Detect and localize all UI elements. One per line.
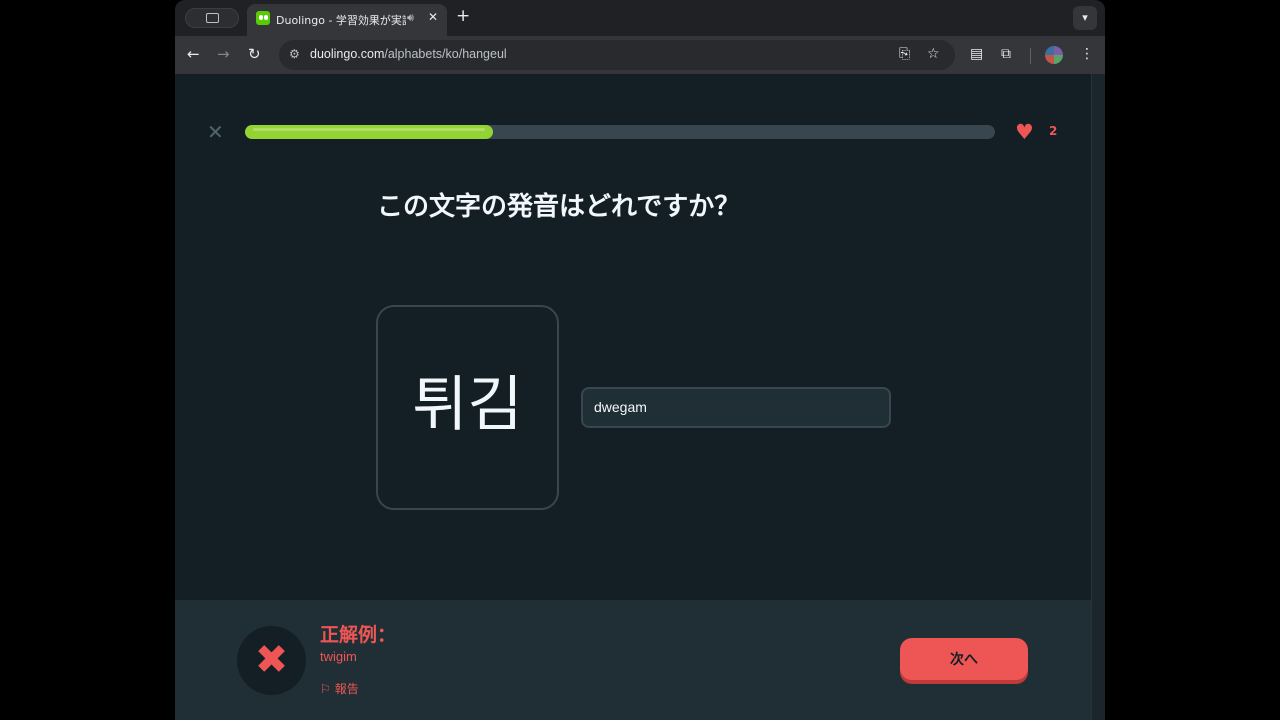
chevron-down-icon: ▾ [1082,11,1088,24]
feedback-panel: ✖ 正解例： twigim ⚐ 報告 次へ [175,600,1091,720]
report-label: 報告 [334,682,359,696]
correct-answer: twigim [320,649,357,664]
page-scrollbar[interactable] [1091,74,1105,720]
media-icon[interactable]: ▤ [970,46,983,62]
site-info-icon[interactable]: ⚙ [289,47,300,61]
browser-window: Duolingo - 学習効果が実証されている 🔊︎ ✕ + ▾ ← → ↻ ⚙… [175,0,1105,720]
hearts-count: 2 [1049,124,1058,138]
hangeul-character: 튀김 [412,370,523,440]
lesson-page: ✕ ♥ 2 この文字の発音はどれですか？ 튀김 dwegam ✖ 正解例： tw… [175,74,1091,720]
menu-dots-icon[interactable]: ⋮ [1080,46,1094,62]
reload-button[interactable]: ↻ [248,45,261,63]
next-button[interactable]: 次へ [900,638,1028,680]
close-lesson-icon[interactable]: ✕ [207,122,224,142]
lesson-progress-bar [245,125,995,139]
cross-icon: ✖ [254,637,289,683]
feedback-title: 正解例： [320,624,397,646]
forward-button[interactable]: → [217,45,230,63]
flag-icon: ⚐ [320,682,331,696]
profile-avatar[interactable] [1045,46,1063,64]
answer-input[interactable]: dwegam [581,387,891,428]
speaker-icon[interactable]: 🔊︎ [407,11,414,25]
toolbar-divider [1030,48,1031,64]
back-button[interactable]: ← [187,45,200,63]
heart-icon: ♥ [1015,120,1034,144]
new-tab-button[interactable]: + [456,7,470,25]
address-bar[interactable]: ⚙ duolingo.com/alphabets/ko/hangeul ⎘ ☆ [279,40,955,70]
browser-toolbar: ← → ↻ ⚙ duolingo.com/alphabets/ko/hangeu… [175,36,1105,74]
duolingo-favicon-icon [256,11,270,25]
install-app-icon[interactable]: ⎘ [899,46,910,62]
tab-search-button[interactable] [185,8,239,28]
extensions-icon[interactable]: ⧉ [1001,46,1011,62]
tab-list-button[interactable]: ▾ [1073,6,1097,30]
incorrect-badge: ✖ [237,626,306,695]
question-title: この文字の発音はどれですか？ [377,192,741,222]
report-link[interactable]: ⚐ 報告 [320,680,359,697]
progress-fill [245,125,493,139]
tab-duolingo[interactable]: Duolingo - 学習効果が実証されている 🔊︎ ✕ [247,4,447,36]
tab-strip: Duolingo - 学習効果が実証されている 🔊︎ ✕ + ▾ [175,0,1105,36]
tab-search-icon [206,13,219,23]
tab-close-button[interactable]: ✕ [428,10,438,24]
tab-title: Duolingo - 学習効果が実証されている [276,14,406,27]
url-text[interactable]: duolingo.com/alphabets/ko/hangeul [310,47,507,61]
character-card: 튀김 [376,305,559,510]
bookmark-star-icon[interactable]: ☆ [927,46,940,62]
